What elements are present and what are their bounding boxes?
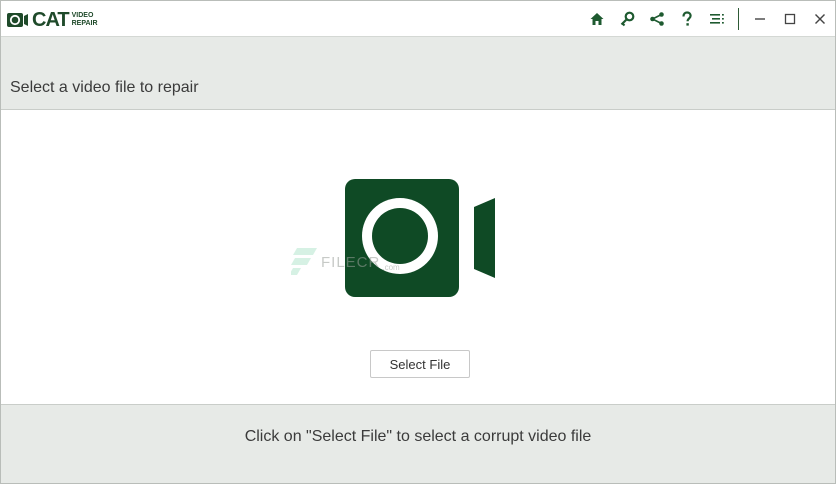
home-button[interactable] bbox=[582, 1, 612, 36]
app-window: CAT VIDEO REPAIR Select a video file to … bbox=[0, 0, 836, 484]
watermark-sub: .com bbox=[382, 262, 400, 272]
key-button[interactable] bbox=[612, 1, 642, 36]
logo-text: CAT bbox=[32, 9, 70, 31]
watermark-text: FILECR bbox=[321, 253, 381, 271]
help-icon bbox=[682, 10, 692, 26]
maximize-button[interactable] bbox=[775, 1, 805, 36]
minimize-button[interactable] bbox=[745, 1, 775, 36]
minimize-icon bbox=[755, 17, 765, 20]
maximize-icon bbox=[784, 13, 796, 24]
watermark: FILECR .com bbox=[291, 247, 400, 277]
header-strip: Select a video file to repair bbox=[1, 37, 835, 110]
title-bar: CAT VIDEO REPAIR bbox=[1, 1, 835, 37]
share-icon bbox=[650, 11, 664, 26]
logo-camera-icon bbox=[7, 13, 28, 27]
watermark-logo-icon bbox=[291, 248, 317, 275]
logo-subtitle: VIDEO REPAIR bbox=[71, 12, 98, 27]
select-file-button[interactable]: Select File bbox=[370, 350, 470, 378]
menu-icon bbox=[710, 13, 724, 24]
help-button[interactable] bbox=[672, 1, 702, 36]
share-button[interactable] bbox=[642, 1, 672, 36]
key-icon bbox=[620, 11, 635, 26]
footer-strip: Click on "Select File" to select a corru… bbox=[1, 405, 835, 483]
home-icon bbox=[590, 12, 604, 25]
titlebar-separator bbox=[738, 7, 739, 30]
close-icon bbox=[815, 13, 825, 24]
main-panel: FILECR .com Select File bbox=[1, 110, 835, 405]
titlebar-toolbar bbox=[582, 1, 835, 36]
menu-button[interactable] bbox=[702, 1, 732, 36]
footer-hint: Click on "Select File" to select a corru… bbox=[244, 428, 592, 445]
page-title: Select a video file to repair bbox=[10, 79, 199, 96]
video-camera-icon bbox=[345, 179, 495, 297]
close-button[interactable] bbox=[805, 1, 835, 36]
app-logo: CAT VIDEO REPAIR bbox=[7, 7, 102, 33]
